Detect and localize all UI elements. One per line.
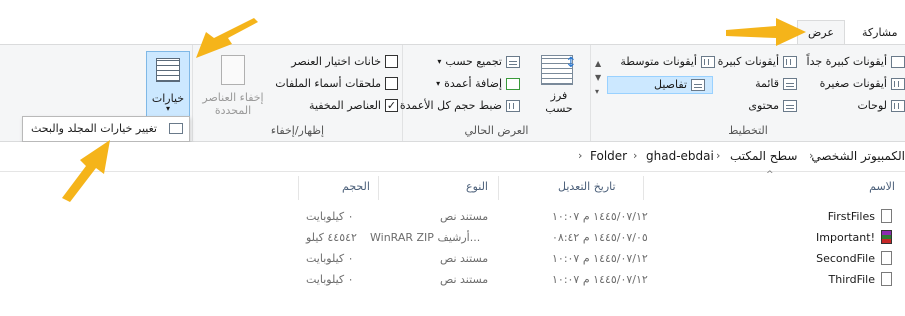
annotation-arrows [62,18,806,202]
arrow-to-view-tab-icon [726,18,806,46]
arrow-to-options-icon [196,18,258,58]
arrow-to-menu-item-icon [62,140,110,202]
